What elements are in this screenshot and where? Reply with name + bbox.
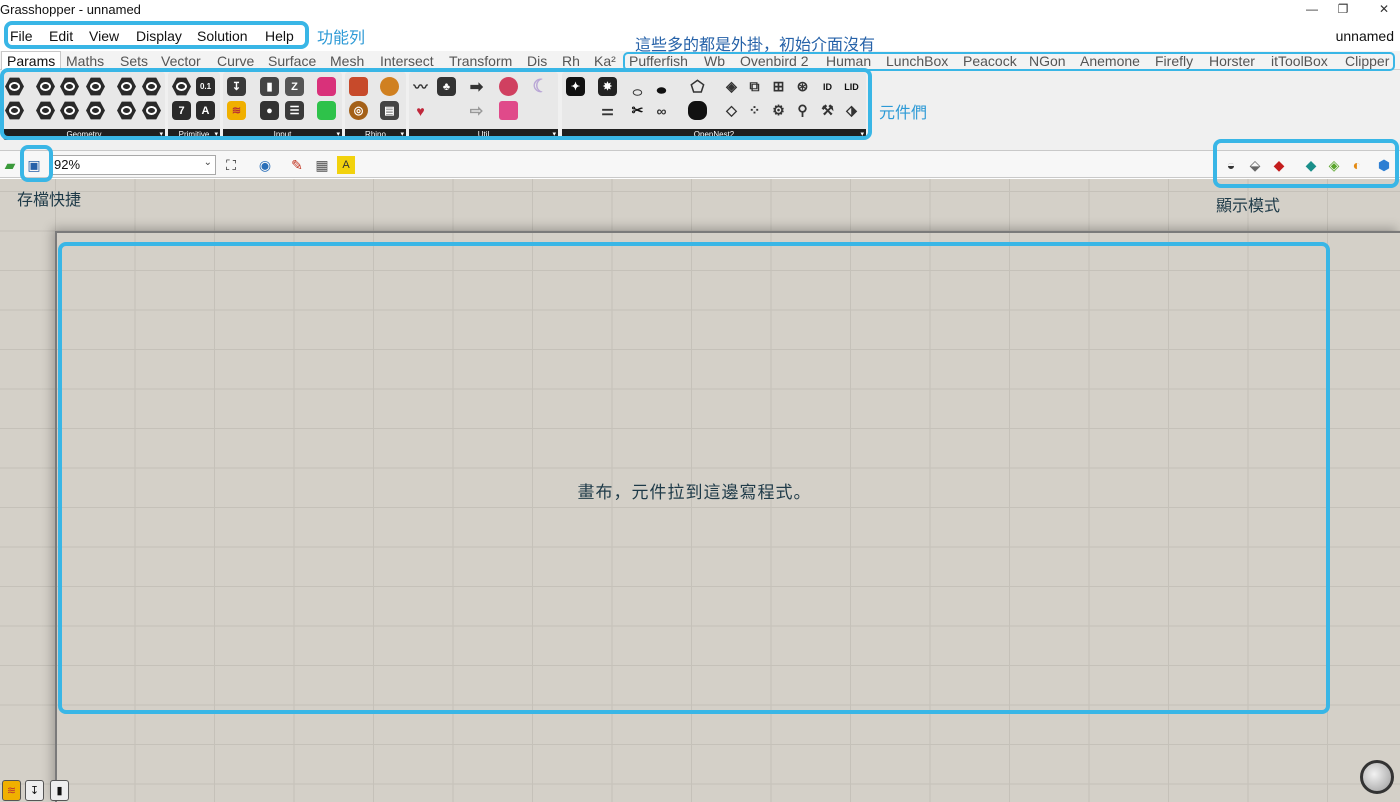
tab-curve[interactable]: Curve <box>217 53 254 69</box>
tab-transform[interactable]: Transform <box>449 53 512 69</box>
tab-sets[interactable]: Sets <box>120 53 148 69</box>
label-icon[interactable]: A <box>337 156 355 174</box>
highlight-ribbon <box>0 68 872 140</box>
mesh-preview-icon[interactable]: ▦ <box>313 156 331 174</box>
tab-maths[interactable]: Maths <box>66 53 104 69</box>
annotation-canvas: 畫布，元件拉到這邊寫程式。 <box>577 483 812 502</box>
highlight-save <box>20 145 53 182</box>
window-title: Grasshopper - unnamed <box>0 2 141 17</box>
tab-surface[interactable]: Surface <box>268 53 316 69</box>
restore-button[interactable]: ❐ <box>1334 1 1352 18</box>
tab-mesh[interactable]: Mesh <box>330 53 364 69</box>
tab-vector[interactable]: Vector <box>161 53 201 69</box>
annotation-components: 元件們 <box>879 105 928 122</box>
highlight-menu-bar <box>4 21 309 49</box>
open-file-icon[interactable]: ▰ <box>1 156 19 174</box>
button-shortcut-icon[interactable]: ↧ <box>25 780 44 801</box>
navigation-wheel-icon[interactable] <box>1360 760 1394 794</box>
preview-eye-icon[interactable]: ◉ <box>256 156 274 174</box>
tab-dis[interactable]: Dis <box>527 53 547 69</box>
toggle-shortcut-icon[interactable]: ▮ <box>50 780 69 801</box>
document-name: unnamed <box>1335 28 1394 44</box>
zoom-extents-icon[interactable]: ⛶ <box>222 156 240 174</box>
canvas-toolbar: ▰ ▣ 92% ⌄ ⛶ ◉ ✎ ▦ A ◒ ⬙ ◆ ◆ ◈ ◐ ⬢ <box>0 150 1400 178</box>
zoom-value: 92% <box>54 157 81 172</box>
tab-intersect[interactable]: Intersect <box>380 53 434 69</box>
tab-rh[interactable]: Rh <box>562 53 580 69</box>
annotation-display-mode: 顯示模式 <box>1216 198 1281 215</box>
sketch-icon[interactable]: ✎ <box>288 156 306 174</box>
chevron-down-icon: ⌄ <box>203 157 212 168</box>
close-button[interactable]: ✕ <box>1375 1 1393 18</box>
tab-ka2[interactable]: Ka² <box>594 53 616 69</box>
highlight-display-modes <box>1213 139 1399 188</box>
graph-mapper-shortcut-icon[interactable]: ≋ <box>2 780 21 801</box>
minimize-button[interactable]: — <box>1303 1 1321 18</box>
annotation-save-shortcut: 存檔快捷 <box>17 192 82 209</box>
annotation-menu-bar: 功能列 <box>317 30 366 47</box>
title-bar: Grasshopper - unnamed — ❐ ✕ <box>0 0 1400 20</box>
zoom-dropdown[interactable]: 92% ⌄ <box>50 155 216 175</box>
